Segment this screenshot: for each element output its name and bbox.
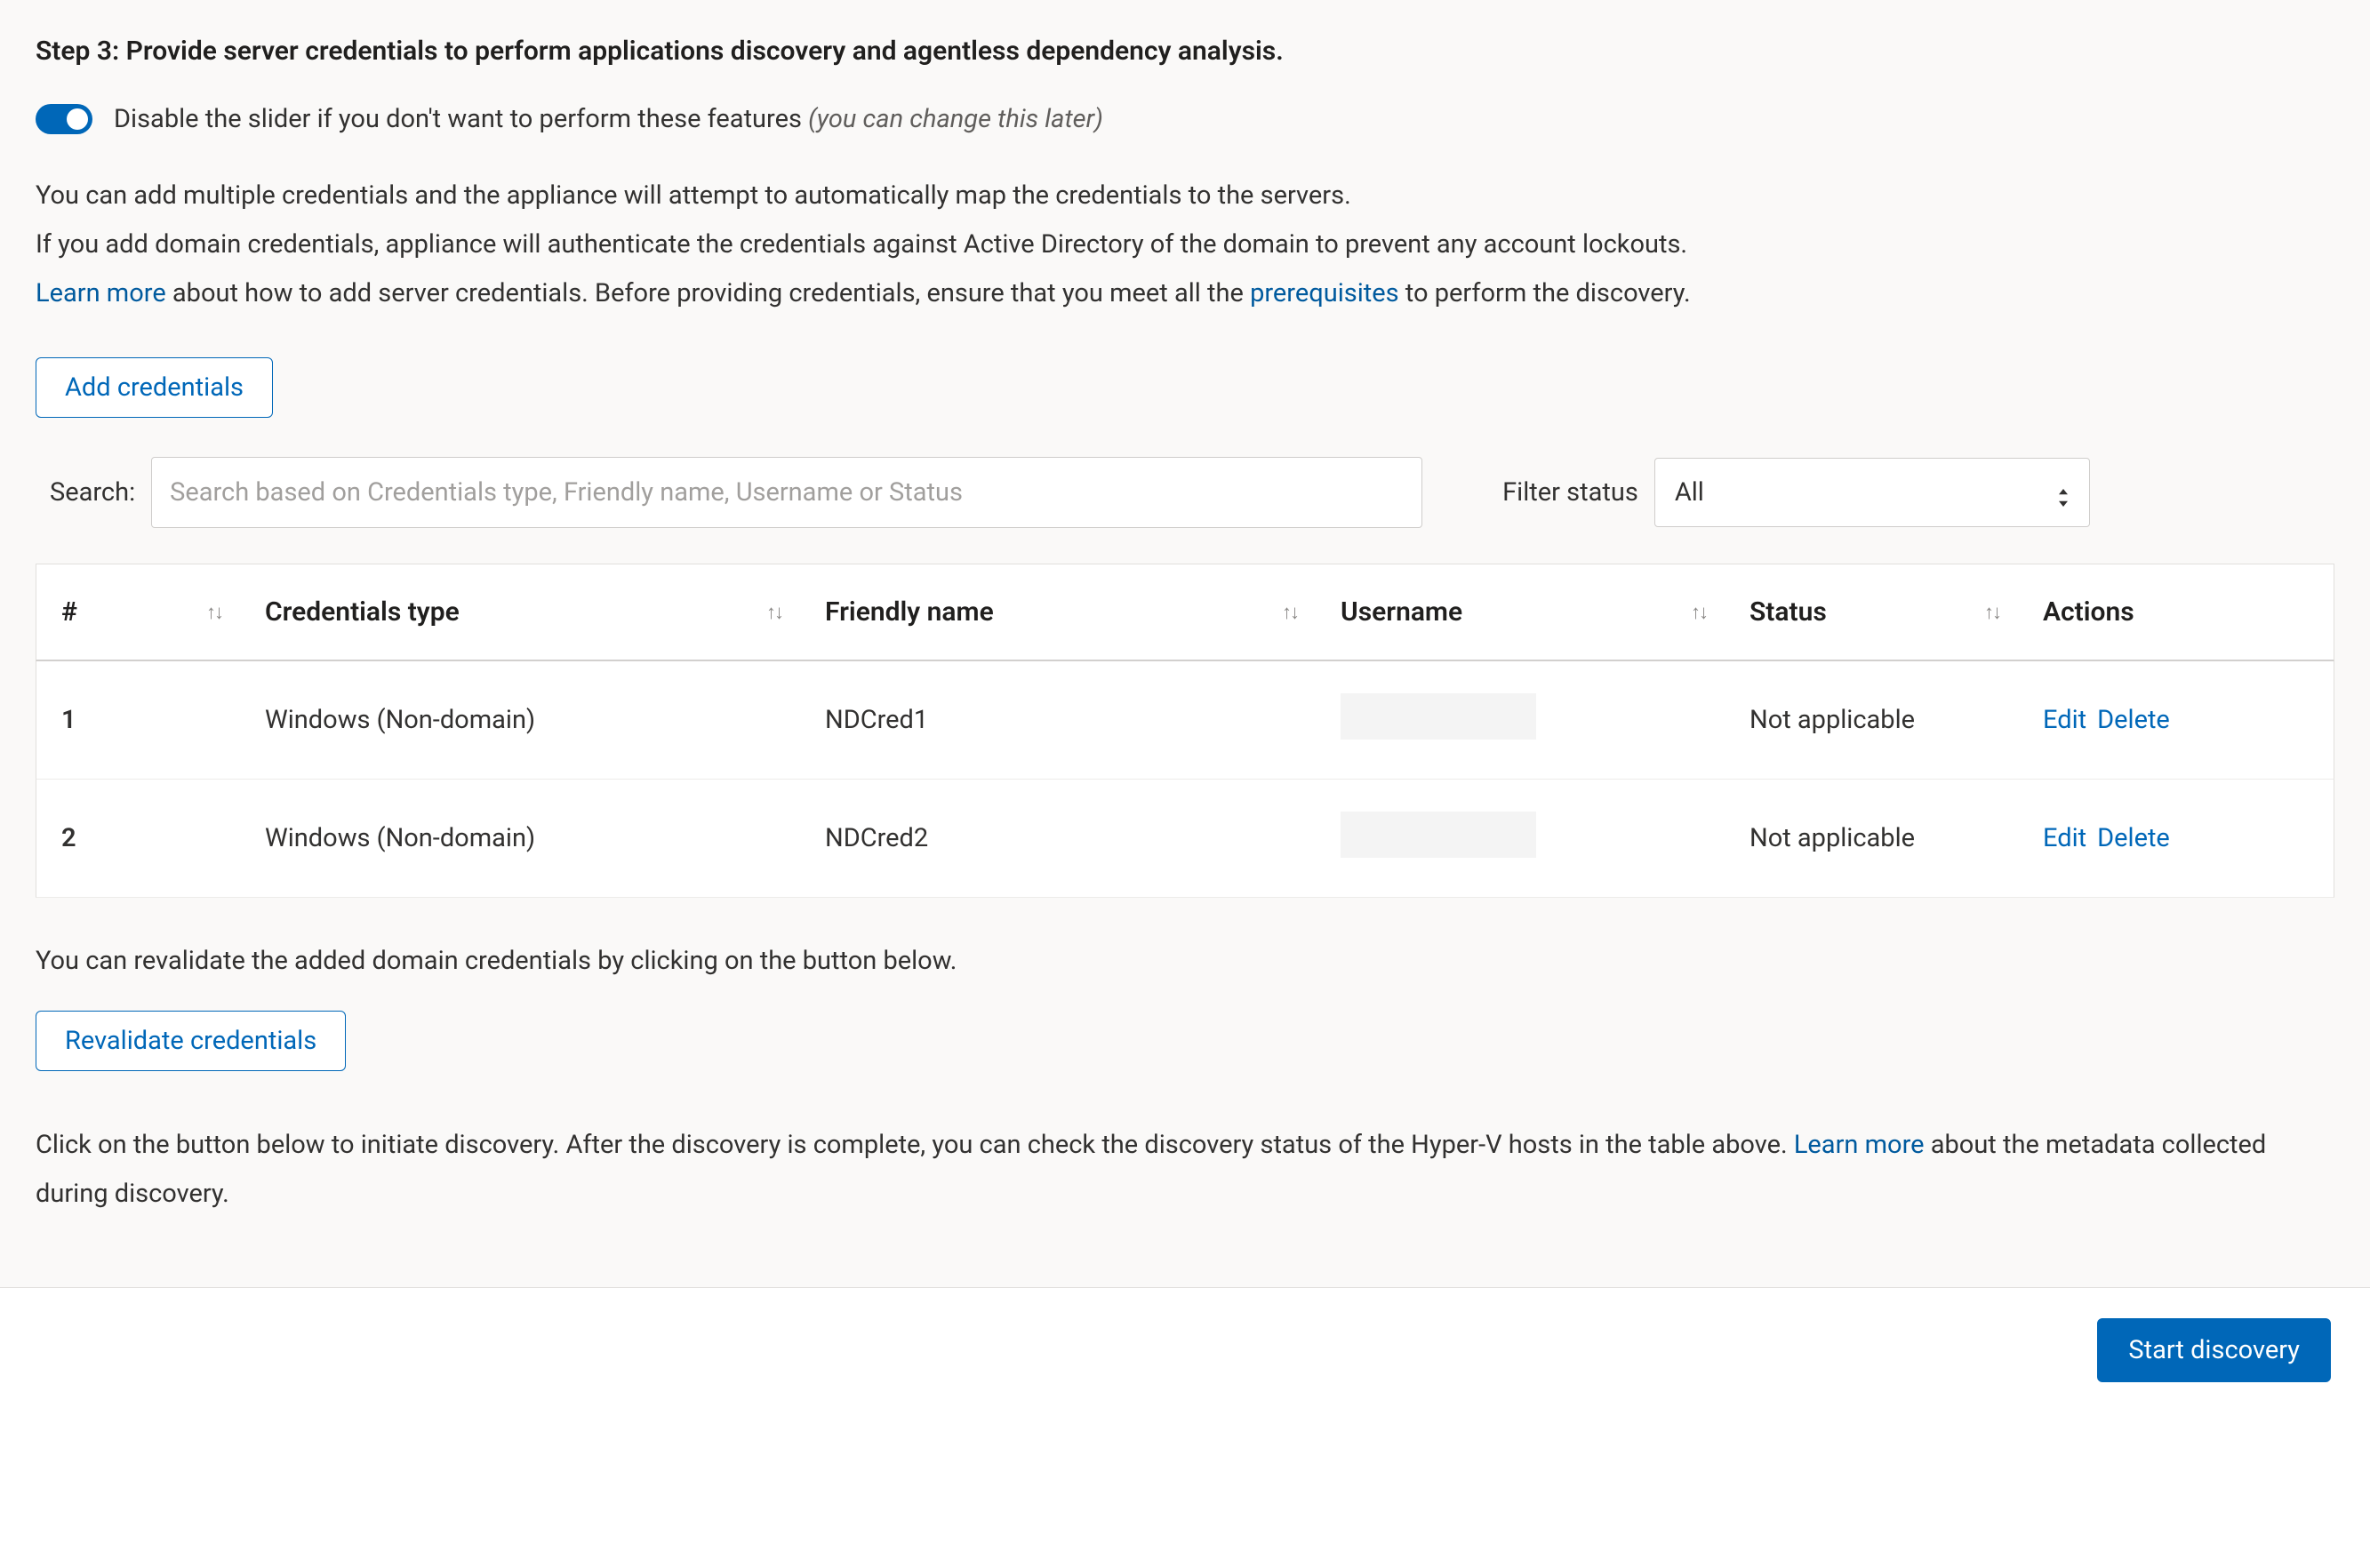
initiate-discovery-help-text: Click on the button below to initiate di… xyxy=(36,1121,2334,1219)
col-header-actions-label: Actions xyxy=(2043,596,2134,628)
add-credentials-button[interactable]: Add credentials xyxy=(36,357,273,418)
feature-toggle-label-main: Disable the slider if you don't want to … xyxy=(114,104,808,134)
feature-toggle-label-hint: (you can change this later) xyxy=(808,104,1103,134)
delete-link[interactable]: Delete xyxy=(2097,823,2170,853)
col-header-index-label: # xyxy=(61,596,77,628)
col-header-friendly-label: Friendly name xyxy=(825,596,994,628)
credentials-table: # ↑↓ Credentials type ↑↓ Friendly name ↑↓ U… xyxy=(36,564,2334,898)
feature-toggle[interactable] xyxy=(36,104,92,134)
cell-friendly-name: NDCred2 xyxy=(800,780,1316,898)
learn-more-discovery-link[interactable]: Learn more xyxy=(1794,1130,1925,1160)
sort-icon: ↑↓ xyxy=(1691,601,1707,624)
feature-toggle-label: Disable the slider if you don't want to … xyxy=(114,104,1103,134)
delete-link[interactable]: Delete xyxy=(2097,705,2170,735)
footer-bar: Start discovery xyxy=(0,1288,2370,1418)
learn-more-link[interactable]: Learn more xyxy=(36,278,166,308)
cell-index: 1 xyxy=(36,661,240,780)
col-header-status[interactable]: Status ↑↓ xyxy=(1725,564,2018,661)
edit-link[interactable]: Edit xyxy=(2043,705,2086,735)
search-label: Search: xyxy=(50,477,135,508)
cell-type: Windows (Non-domain) xyxy=(240,661,800,780)
col-header-type[interactable]: Credentials type ↑↓ xyxy=(240,564,800,661)
cell-actions: Edit Delete xyxy=(2018,661,2334,780)
col-header-status-label: Status xyxy=(1749,596,1827,628)
step-title: Step 3: Provide server credentials to pe… xyxy=(36,36,2334,67)
table-row: 2Windows (Non-domain)NDCred2 Not applicab… xyxy=(36,780,2334,898)
cell-username xyxy=(1316,661,1725,780)
sort-icon: ↑↓ xyxy=(766,601,782,624)
cell-index: 2 xyxy=(36,780,240,898)
prerequisites-link[interactable]: prerequisites xyxy=(1250,278,1399,308)
revalidate-help-text: You can revalidate the added domain cred… xyxy=(36,937,2334,986)
cell-status: Not applicable xyxy=(1725,780,2018,898)
cell-friendly-name: NDCred1 xyxy=(800,661,1316,780)
start-discovery-button[interactable]: Start discovery xyxy=(2097,1318,2331,1382)
col-header-type-label: Credentials type xyxy=(265,596,460,628)
col-header-actions: Actions xyxy=(2018,564,2334,661)
filter-status-value: All xyxy=(1675,477,1704,508)
desc-line2: If you add domain credentials, appliance… xyxy=(36,229,1687,260)
col-header-username[interactable]: Username ↑↓ xyxy=(1316,564,1725,661)
cell-type: Windows (Non-domain) xyxy=(240,780,800,898)
col-header-index[interactable]: # ↑↓ xyxy=(36,564,240,661)
desc-line3a: about how to add server credentials. Bef… xyxy=(166,278,1250,308)
filter-status-label: Filter status xyxy=(1502,477,1638,508)
filter-status-select[interactable]: All xyxy=(1654,458,2090,527)
redacted-username xyxy=(1341,812,1536,858)
chevron-updown-icon xyxy=(2057,484,2070,501)
cell-username xyxy=(1316,780,1725,898)
desc-line3b: to perform the discovery. xyxy=(1399,278,1691,308)
desc-line1: You can add multiple credentials and the… xyxy=(36,180,1351,211)
table-row: 1Windows (Non-domain)NDCred1 Not applicab… xyxy=(36,661,2334,780)
initiate-discovery-text-a: Click on the button below to initiate di… xyxy=(36,1130,1794,1160)
cell-status: Not applicable xyxy=(1725,661,2018,780)
col-header-username-label: Username xyxy=(1341,596,1462,628)
search-input[interactable] xyxy=(151,457,1422,528)
description-block: You can add multiple credentials and the… xyxy=(36,172,2329,318)
sort-icon: ↑↓ xyxy=(1984,601,2000,624)
cell-actions: Edit Delete xyxy=(2018,780,2334,898)
col-header-friendly[interactable]: Friendly name ↑↓ xyxy=(800,564,1316,661)
sort-icon: ↑↓ xyxy=(206,601,222,624)
edit-link[interactable]: Edit xyxy=(2043,823,2086,853)
redacted-username xyxy=(1341,693,1536,740)
sort-icon: ↑↓ xyxy=(1282,601,1298,624)
revalidate-credentials-button[interactable]: Revalidate credentials xyxy=(36,1011,346,1071)
